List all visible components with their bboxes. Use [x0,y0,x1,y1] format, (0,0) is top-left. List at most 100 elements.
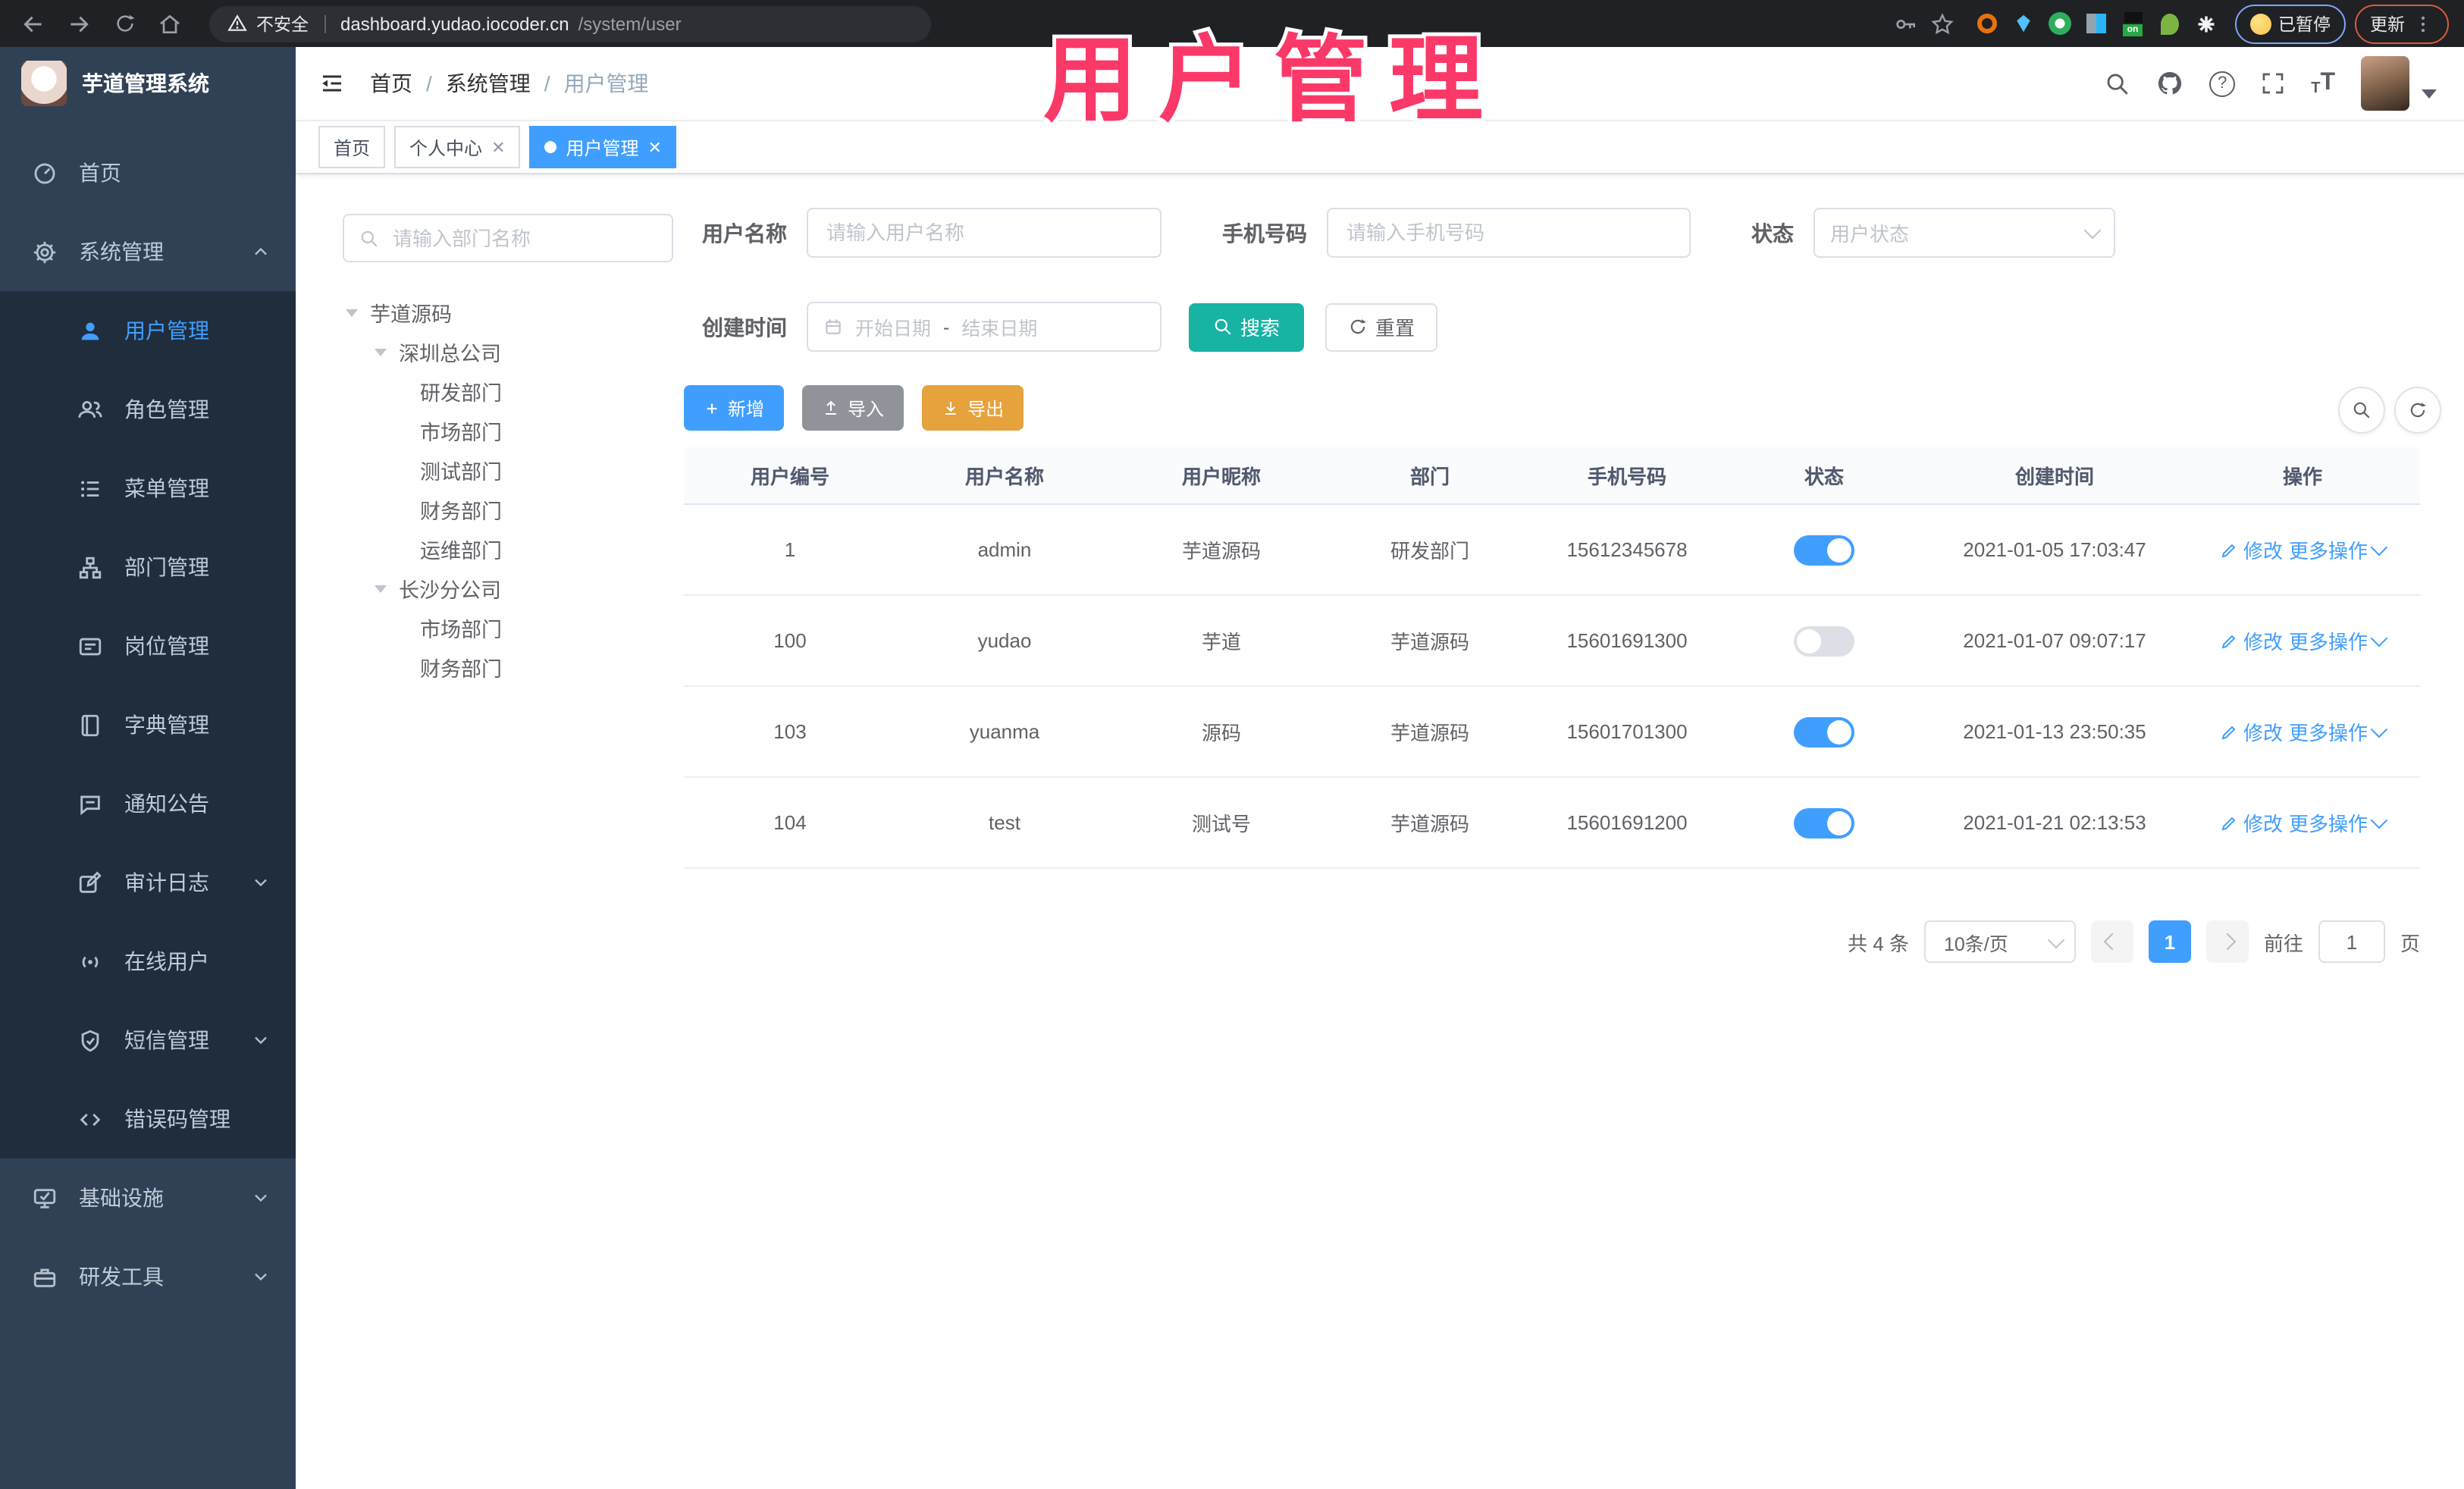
goto-page-input[interactable] [2318,920,2385,963]
tree-caret-icon[interactable] [375,348,387,356]
table-header-row: 用户编号 用户名称 用户昵称 部门 手机号码 状态 创建时间 操作 [684,447,2420,505]
header-search-icon[interactable] [2105,71,2130,96]
tree-node[interactable]: 市场部门 [296,608,675,647]
page-size-select[interactable]: 10条/页 [1923,920,2076,963]
sidebar-item-post-mgmt[interactable]: 岗位管理 [0,607,296,685]
tree-node[interactable]: 运维部门 [296,529,675,569]
edit-link[interactable]: 修改 [2221,717,2283,746]
not-secure-icon [227,14,247,33]
dept-search-input[interactable] [390,225,657,251]
sidebar-item-notice[interactable]: 通知公告 [0,764,296,843]
extension-icon-green-circle[interactable] [2046,10,2074,37]
tab-home[interactable]: 首页 [318,126,386,168]
more-actions-link[interactable]: 更多操作 [2289,535,2387,564]
extension-icon-gem[interactable] [2010,10,2037,37]
status-toggle[interactable] [1794,534,1854,565]
prev-page-button[interactable] [2090,920,2133,963]
logo[interactable]: 芋道管理系统 [0,47,296,118]
address-bar[interactable]: 不安全 dashboard.yudao.iocoder.cn/system/us… [209,5,931,42]
status-toggle[interactable] [1794,807,1854,838]
close-icon[interactable]: ✕ [491,137,505,157]
more-actions-link[interactable]: 更多操作 [2289,717,2387,746]
table-row: 103 yuanma 源码 芋道源码 15601701300 2021-01-1… [684,687,2420,778]
status-select[interactable]: 用户状态 [1814,208,2115,258]
page-1-button[interactable]: 1 [2148,920,2191,963]
profile-paused-pill[interactable]: 已暂停 [2234,4,2346,43]
extension-icon-grid[interactable] [2083,10,2110,37]
status-label: 状态 [1751,221,1794,245]
mobile-input[interactable] [1327,208,1691,258]
sidebar-item-infrastructure[interactable]: 基础设施 [0,1158,296,1237]
tree-node[interactable]: 测试部门 [296,450,675,490]
browser-menu-icon[interactable] [2412,13,2434,34]
avatar-caret-icon[interactable] [2422,89,2437,99]
sidebar-item-dict-mgmt[interactable]: 字典管理 [0,685,296,764]
extension-icon-ublock[interactable] [1973,10,2001,37]
tree-caret-icon[interactable] [375,585,387,592]
tree-node[interactable]: 深圳总公司 [296,332,675,371]
help-icon[interactable]: ? [2209,71,2236,96]
avatar[interactable] [2361,56,2409,111]
username-input[interactable] [807,208,1161,258]
browser-update-button[interactable]: 更新 [2355,4,2449,43]
tree-node[interactable]: 市场部门 [296,411,675,450]
status-toggle[interactable] [1794,716,1854,747]
sidebar-item-menu-mgmt[interactable]: 菜单管理 [0,449,296,528]
more-actions-link[interactable]: 更多操作 [2289,626,2387,655]
tree-node[interactable]: 芋道源码 [296,293,675,332]
sidebar-item-audit-log[interactable]: 审计日志 [0,843,296,922]
edit-link[interactable]: 修改 [2221,535,2283,564]
refresh-table-button[interactable] [2394,387,2441,434]
extension-icon-leaf[interactable] [2155,10,2183,37]
sidebar-item-label: 错误码管理 [124,1107,230,1131]
sidebar-item-home[interactable]: 首页 [0,133,296,212]
sidebar-item-role-mgmt[interactable]: 角色管理 [0,370,296,449]
breadcrumb-home[interactable]: 首页 [370,68,412,99]
search-button[interactable]: 搜索 [1189,303,1305,351]
tree-node[interactable]: 财务部门 [296,647,675,687]
tab-profile[interactable]: 个人中心 ✕ [394,126,521,168]
sidebar-item-dept-mgmt[interactable]: 部门管理 [0,528,296,607]
browser-forward-icon[interactable] [61,5,97,42]
import-button[interactable]: 导入 [802,385,904,431]
browser-back-icon[interactable] [15,5,52,42]
sidebar-item-error-code[interactable]: 错误码管理 [0,1080,296,1158]
key-icon[interactable] [1892,10,1919,37]
font-size-icon[interactable]: TT [2311,70,2335,97]
browser-refresh-icon[interactable] [106,5,143,42]
more-actions-link[interactable]: 更多操作 [2289,808,2387,837]
tree-node[interactable]: 财务部门 [296,490,675,529]
fullscreen-icon[interactable] [2261,71,2285,96]
edit-link[interactable]: 修改 [2221,626,2283,655]
sidebar-fold-icon[interactable] [318,70,346,97]
sidebar-item-user-mgmt[interactable]: 用户管理 [0,291,296,370]
export-button[interactable]: 导出 [922,385,1024,431]
close-icon[interactable]: ✕ [648,137,662,157]
date-range-picker[interactable]: 开始日期 - 结束日期 [807,302,1161,352]
add-button[interactable]: 新增 [684,385,785,431]
tree-node[interactable]: 长沙分公司 [296,569,675,608]
edit-link[interactable]: 修改 [2221,808,2283,837]
github-icon[interactable] [2156,70,2183,97]
breadcrumb-system[interactable]: 系统管理 [446,68,531,99]
chevron-down-icon [250,872,271,893]
extension-icon-on-badge[interactable]: on [2119,10,2146,37]
tab-user-mgmt[interactable]: 用户管理 ✕ [529,126,677,168]
pencil-icon [2221,723,2239,741]
bookmark-star-icon[interactable] [1928,10,1955,37]
tree-node[interactable]: 研发部门 [296,371,675,411]
reset-button[interactable]: 重置 [1325,303,1438,351]
status-toggle[interactable] [1794,625,1854,656]
breadcrumb: 首页 / 系统管理 / 用户管理 [370,68,649,99]
tree-caret-icon[interactable] [346,309,358,316]
sidebar-item-online-users[interactable]: 在线用户 [0,922,296,1001]
toggle-search-button[interactable] [2338,387,2385,434]
extension-icon-pinwheel[interactable] [2192,10,2219,37]
next-page-button[interactable] [2205,920,2249,963]
sidebar-item-system[interactable]: 系统管理 [0,212,296,291]
sidebar-item-dev-tools[interactable]: 研发工具 [0,1237,296,1316]
sidebar-item-sms-mgmt[interactable]: 短信管理 [0,1001,296,1080]
browser-home-icon[interactable] [152,5,188,42]
pencil-icon [2221,813,2239,832]
sidebar-item-label: 基础设施 [79,1186,164,1210]
